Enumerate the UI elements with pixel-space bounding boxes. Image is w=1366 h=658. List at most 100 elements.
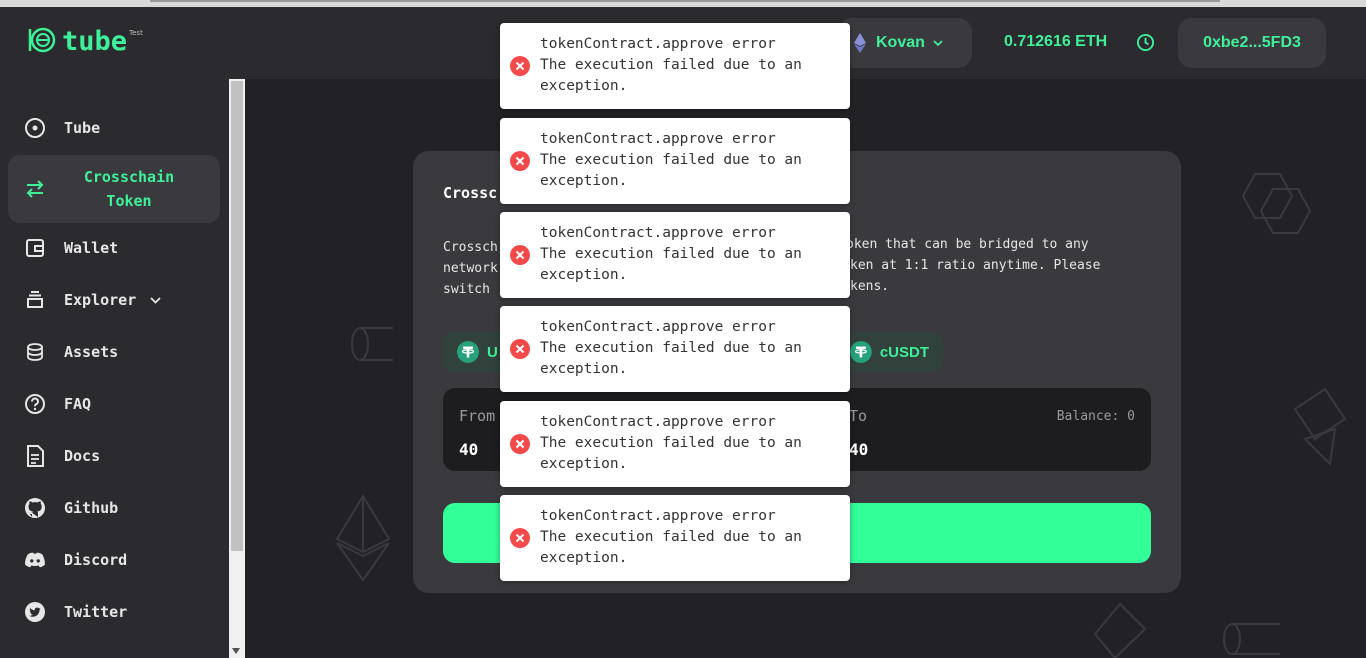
from-amount-input[interactable]: 40: [459, 440, 478, 459]
toast-line: exception.: [540, 173, 628, 189]
sidebar-item-label: Explorer: [64, 291, 137, 309]
swap-arrows-icon: [24, 178, 46, 200]
sidebar-item-label: Wallet: [64, 239, 119, 257]
browser-chrome-line: [150, 0, 1220, 2]
sidebar-item-github[interactable]: Github: [8, 486, 220, 530]
toast-message: tokenContract.approve error The executio…: [540, 412, 840, 475]
toast-line: exception.: [540, 456, 628, 472]
cylinder-decoration-icon: [1223, 623, 1280, 655]
toast-line: tokenContract.approve error: [540, 508, 776, 524]
toast-line: The execution failed due to an: [540, 152, 802, 168]
error-toast[interactable]: tokenContract.approve error The executio…: [500, 306, 850, 392]
toast-line: tokenContract.approve error: [540, 36, 776, 52]
browser-chrome-strip: [0, 0, 1366, 7]
github-icon: [24, 497, 46, 519]
sidebar-item-twitter[interactable]: Twitter: [8, 590, 220, 634]
toast-message: tokenContract.approve error The executio…: [540, 34, 840, 97]
chevron-down-icon[interactable]: [150, 296, 161, 304]
tether-icon: [457, 341, 479, 363]
wallet-address-button[interactable]: 0xbe2...5FD3: [1178, 18, 1326, 68]
crystal-decoration-icon: [1093, 602, 1147, 658]
hexagon-decoration-icon: [1241, 173, 1312, 234]
to-amount-value: 40: [849, 440, 869, 459]
from-token-name: U: [487, 343, 498, 361]
sidebar-item-label: Docs: [64, 447, 101, 465]
error-toast[interactable]: tokenContract.approve error The executio…: [500, 118, 850, 204]
toast-line: The execution failed due to an: [540, 435, 802, 451]
toast-line: exception.: [540, 361, 628, 377]
scrollbar-thumb[interactable]: [231, 81, 243, 551]
card-title: Crossc: [443, 184, 498, 202]
ethereum-icon: [854, 33, 866, 53]
error-toast[interactable]: tokenContract.approve error The executio…: [500, 23, 850, 109]
sidebar-item-label: FAQ: [64, 395, 92, 413]
sidebar-item-tube[interactable]: Tube: [8, 106, 220, 150]
toast-message: tokenContract.approve error The executio…: [540, 129, 840, 192]
toast-line: The execution failed due to an: [540, 340, 802, 356]
stack-icon: [24, 289, 46, 311]
sidebar-item-wallet[interactable]: Wallet: [8, 226, 220, 270]
toast-line: The execution failed due to an: [540, 246, 802, 262]
chevron-down-icon: [933, 39, 943, 46]
sidebar-item-faq[interactable]: FAQ: [8, 382, 220, 426]
network-name: Kovan: [876, 34, 925, 51]
to-balance: Balance: 0: [1056, 409, 1135, 424]
sidebar-item-label: Assets: [64, 343, 119, 361]
app-name: tube: [62, 26, 128, 57]
sidebar-item-crosschain-token[interactable]: Crosschain Token: [8, 155, 220, 223]
toast-line: tokenContract.approve error: [540, 131, 776, 147]
to-token-selector[interactable]: cUSDT: [836, 332, 943, 372]
toast-message: tokenContract.approve error The executio…: [540, 506, 840, 569]
tether-icon: [850, 341, 872, 363]
app-badge: Test: [129, 29, 143, 37]
error-toast[interactable]: tokenContract.approve error The executio…: [500, 401, 850, 487]
toast-line: exception.: [540, 550, 628, 566]
sidebar-scrollbar[interactable]: [229, 79, 245, 658]
to-token-name: cUSDT: [879, 343, 929, 361]
toast-line: exception.: [540, 78, 628, 94]
sidebar-item-explorer[interactable]: Explorer: [8, 278, 220, 322]
ethereum-decoration-icon: [335, 494, 391, 582]
sidebar-item-label: Github: [64, 499, 119, 517]
toast-line: tokenContract.approve error: [540, 414, 776, 430]
toast-line: exception.: [540, 267, 628, 283]
disc-icon: [24, 117, 46, 139]
error-x-icon: [510, 56, 530, 76]
sidebar-item-discord[interactable]: Discord: [8, 538, 220, 582]
twitter-icon: [24, 601, 46, 623]
sidebar-item-label: Discord: [64, 551, 128, 569]
scroll-down-arrow-icon[interactable]: [232, 648, 240, 654]
app-logo[interactable]: tube Test: [28, 27, 143, 57]
toast-line: tokenContract.approve error: [540, 319, 776, 335]
discord-icon: [24, 549, 46, 571]
toast-line: The execution failed due to an: [540, 57, 802, 73]
error-x-icon: [510, 151, 530, 171]
coins-icon: [24, 341, 46, 363]
sidebar: Tube Crosschain Token Wallet Explorer As…: [0, 79, 229, 658]
from-label: From: [459, 407, 496, 425]
eth-balance: 0.712616 ETH: [1004, 33, 1108, 50]
toast-line: The execution failed due to an: [540, 529, 802, 545]
history-clock-icon[interactable]: [1136, 33, 1155, 52]
document-icon: [24, 445, 46, 467]
sidebar-item-label: Tube: [64, 119, 101, 137]
sidebar-item-assets[interactable]: Assets: [8, 330, 220, 374]
desc-line-right: ken at 1:1 ratio anytime. Please: [850, 258, 1101, 273]
cylinder-decoration-icon: [351, 327, 393, 361]
tube-logo-icon: [28, 27, 56, 53]
wallet-icon: [24, 237, 46, 259]
toast-message: tokenContract.approve error The executio…: [540, 223, 840, 286]
desc-line-right: oken that can be bridged to any: [846, 237, 1089, 252]
toast-line: tokenContract.approve error: [540, 225, 776, 241]
error-x-icon: [510, 245, 530, 265]
error-toast[interactable]: tokenContract.approve error The executio…: [500, 212, 850, 298]
error-x-icon: [510, 339, 530, 359]
sidebar-item-label: Crosschain Token: [83, 168, 175, 210]
network-selector[interactable]: Kovan: [838, 18, 972, 68]
error-x-icon: [510, 528, 530, 548]
sidebar-item-docs[interactable]: Docs: [8, 434, 220, 478]
error-x-icon: [510, 434, 530, 454]
error-toast[interactable]: tokenContract.approve error The executio…: [500, 495, 850, 581]
to-label: To: [849, 407, 868, 425]
sidebar-item-label: Twitter: [64, 603, 128, 621]
